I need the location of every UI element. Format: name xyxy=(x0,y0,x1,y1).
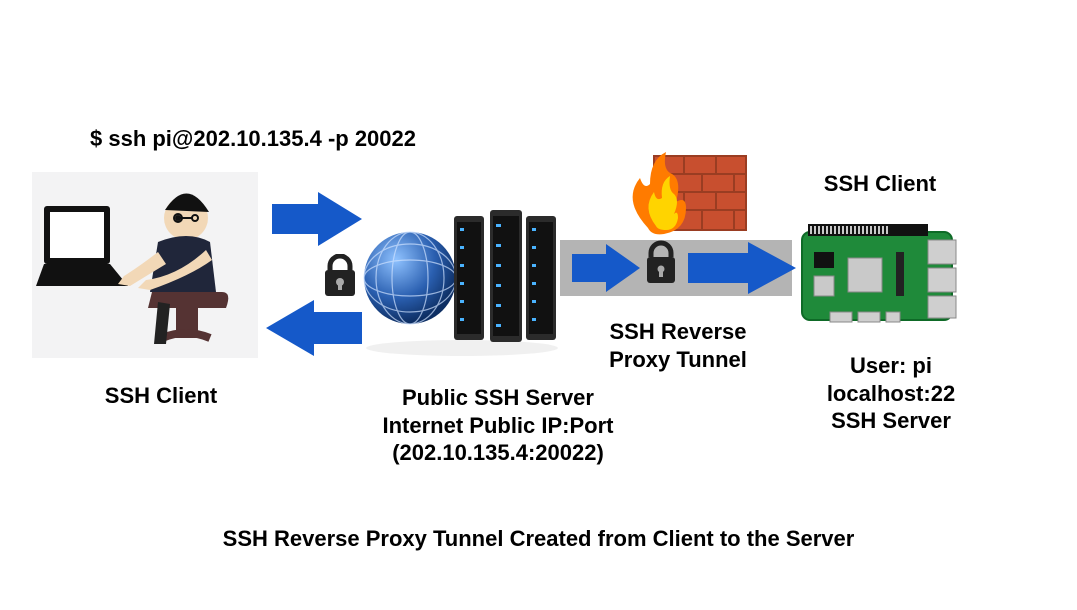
pi-label-line1: User: pi xyxy=(806,352,976,380)
tunnel-label-line1: SSH Reverse xyxy=(588,318,768,346)
ssh-client-right-label: SSH Client xyxy=(790,170,970,198)
arrow-left-server-to-client-icon xyxy=(266,300,362,356)
ssh-command-text: $ ssh pi@202.10.135.4 -p 20022 xyxy=(90,126,416,152)
public-ssh-server-line2: Internet Public IP:Port xyxy=(368,412,628,440)
ssh-client-left-label: SSH Client xyxy=(86,382,236,410)
tunnel-label-line2: Proxy Tunnel xyxy=(588,346,768,374)
globe-and-servers-icon xyxy=(362,198,562,358)
firewall-icon xyxy=(626,150,750,236)
arrow-right-tunnel-right-icon xyxy=(688,242,796,294)
user-at-laptop-icon xyxy=(30,170,260,360)
arrow-right-client-to-server-icon xyxy=(272,192,362,246)
pi-label-line2: localhost:22 xyxy=(806,380,976,408)
diagram-caption: SSH Reverse Proxy Tunnel Created from Cl… xyxy=(0,526,1077,552)
raspberry-pi-label: User: pi localhost:22 SSH Server xyxy=(806,352,976,435)
lock-icon xyxy=(322,254,358,298)
ssh-reverse-proxy-tunnel-label: SSH Reverse Proxy Tunnel xyxy=(588,318,768,373)
public-ssh-server-label: Public SSH Server Internet Public IP:Por… xyxy=(368,384,628,467)
public-ssh-server-line1: Public SSH Server xyxy=(368,384,628,412)
public-ssh-server-line3: (202.10.135.4:20022) xyxy=(368,439,628,467)
tunnel-lock-icon xyxy=(644,240,678,286)
arrow-right-tunnel-left-icon xyxy=(572,244,640,292)
diagram-stage: $ ssh pi@202.10.135.4 -p 20022 xyxy=(0,0,1077,610)
raspberry-pi-board-icon xyxy=(800,222,958,326)
pi-label-line3: SSH Server xyxy=(806,407,976,435)
